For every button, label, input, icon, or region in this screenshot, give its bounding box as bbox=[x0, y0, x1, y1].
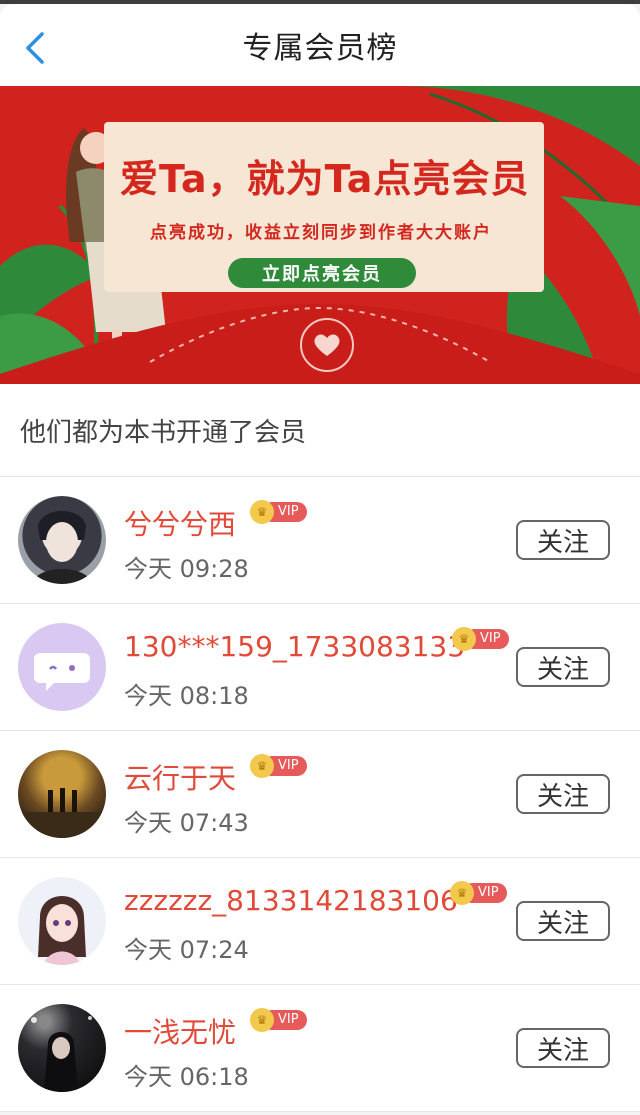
member-time: 今天 09:28 bbox=[124, 555, 249, 583]
list-item[interactable]: zzzzzz_8133142183106 ♛ VIP 今天 07:24 关注 bbox=[0, 858, 640, 985]
member-time: 今天 07:43 bbox=[124, 809, 249, 837]
member-name: 一浅无忧 bbox=[124, 1016, 237, 1049]
follow-button[interactable]: 关注 bbox=[516, 1028, 610, 1068]
crown-icon: ♛ bbox=[450, 881, 474, 905]
member-list: 兮兮兮西 ♛ VIP 今天 09:28 关注 130***159_1733083… bbox=[0, 477, 640, 1112]
member-time: 今天 06:18 bbox=[124, 1063, 249, 1091]
avatar[interactable] bbox=[18, 877, 106, 965]
member-name: 兮兮兮西 bbox=[124, 508, 237, 541]
list-item[interactable]: 一浅无忧 ♛ VIP 今天 06:18 关注 bbox=[0, 985, 640, 1112]
avatar[interactable] bbox=[18, 1004, 106, 1092]
nav-header: 专属会员榜 bbox=[0, 4, 640, 86]
vip-badge: ♛ VIP bbox=[450, 881, 507, 905]
banner-headline: 爱Ta，就为Ta点亮会员 bbox=[120, 157, 530, 201]
member-name: 云行于天 bbox=[124, 762, 237, 795]
list-item[interactable]: 130***159_1733083133 ♛ VIP 今天 08:18 关注 bbox=[0, 604, 640, 731]
back-arrow-icon[interactable] bbox=[22, 30, 52, 66]
banner-subtitle: 点亮成功，收益立刻同步到作者大大账户 bbox=[150, 223, 492, 243]
vip-badge: ♛ VIP bbox=[250, 754, 307, 778]
avatar[interactable] bbox=[18, 750, 106, 838]
member-name: 130***159_1733083133 bbox=[124, 630, 466, 663]
vip-badge: ♛ VIP bbox=[452, 627, 509, 651]
list-item[interactable]: 云行于天 ♛ VIP 今天 07:43 关注 bbox=[0, 731, 640, 858]
follow-button[interactable]: 关注 bbox=[516, 901, 610, 941]
crown-icon: ♛ bbox=[250, 754, 274, 778]
avatar[interactable] bbox=[18, 496, 106, 584]
crown-icon: ♛ bbox=[452, 627, 476, 651]
follow-button[interactable]: 关注 bbox=[516, 647, 610, 687]
vip-badge: ♛ VIP bbox=[250, 500, 307, 524]
follow-button[interactable]: 关注 bbox=[516, 774, 610, 814]
crown-icon: ♛ bbox=[250, 500, 274, 524]
heart-seal-icon bbox=[300, 318, 354, 372]
avatar[interactable] bbox=[18, 623, 106, 711]
member-time: 今天 08:18 bbox=[124, 682, 249, 710]
member-time: 今天 07:24 bbox=[124, 936, 249, 964]
page-title: 专属会员榜 bbox=[242, 31, 398, 66]
crown-icon: ♛ bbox=[250, 1008, 274, 1032]
list-item[interactable]: 兮兮兮西 ♛ VIP 今天 09:28 关注 bbox=[0, 477, 640, 604]
section-label: 他们都为本书开通了会员 bbox=[0, 384, 640, 477]
follow-button[interactable]: 关注 bbox=[516, 520, 610, 560]
vip-badge: ♛ VIP bbox=[250, 1008, 307, 1032]
promo-banner[interactable]: 爱Ta，就为Ta点亮会员 点亮成功，收益立刻同步到作者大大账户 立即点亮会员 bbox=[0, 86, 640, 384]
member-name: zzzzzz_8133142183106 bbox=[124, 884, 458, 917]
